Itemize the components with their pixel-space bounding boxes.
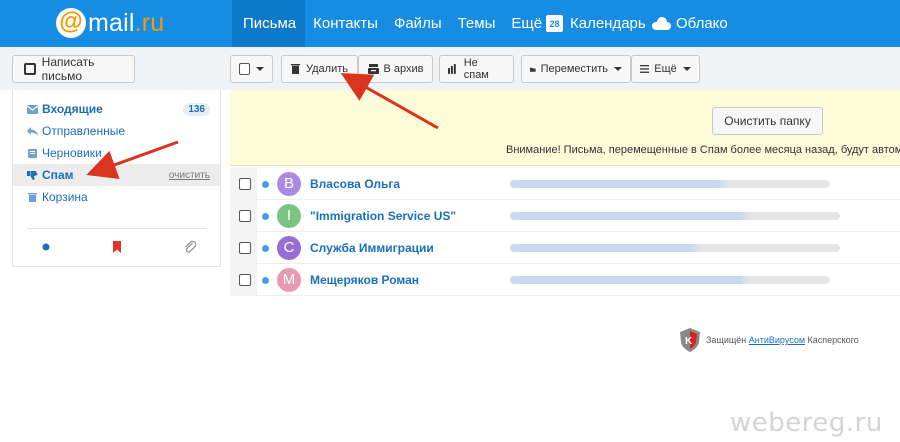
select-all-checkbox — [239, 63, 250, 75]
blurred-subject — [510, 276, 830, 284]
unread-dot-icon[interactable] — [262, 245, 269, 252]
logo-tld: .ru — [134, 8, 165, 37]
folder-list: Входящие 136 Отправленные Черновики Спам… — [12, 90, 221, 267]
nav-more[interactable]: Ещё — [503, 0, 550, 47]
more-label: Ещё — [654, 63, 677, 75]
svg-text:K: K — [685, 336, 693, 347]
message-sender: Власова Ольга — [310, 177, 401, 191]
nav-calendar[interactable]: 28 Календарь — [546, 0, 646, 47]
folder-spam[interactable]: Спам очистить — [13, 164, 220, 186]
message-row[interactable]: В Власова Ольга — [230, 168, 900, 200]
message-sender: Служба Иммиграции — [310, 241, 434, 255]
unread-dot-icon[interactable] — [262, 181, 269, 188]
kaspersky-shield-icon: K — [680, 328, 700, 352]
move-label: Переместить — [540, 63, 608, 75]
main-nav: Письма Контакты Файлы Темы Ещё — [232, 0, 550, 47]
avatar: В — [277, 172, 301, 196]
mail-ru-logo[interactable]: @ mail.ru — [56, 8, 164, 38]
unread-dot-icon[interactable] — [262, 213, 269, 220]
folder-drafts[interactable]: Черновики — [13, 142, 220, 164]
nav-calendar-label: Календарь — [570, 15, 646, 32]
message-list: В Власова Ольга I "Immigration Service U… — [230, 168, 900, 298]
thumb-down-icon — [27, 170, 38, 180]
spam-notice-text: Внимание! Письма, перемещенные в Спам бо… — [506, 144, 900, 156]
archive-button[interactable]: В архив — [358, 55, 433, 83]
nav-files[interactable]: Файлы — [386, 0, 450, 47]
chevron-down-icon — [614, 67, 622, 71]
antivirus-link[interactable]: АнтиВирусом — [749, 335, 805, 345]
logo-at: @ — [56, 8, 86, 38]
folder-label: Отправленные — [42, 124, 126, 138]
reply-icon — [27, 126, 38, 136]
nav-contacts[interactable]: Контакты — [305, 0, 386, 47]
message-row[interactable]: С Служба Иммиграции — [230, 232, 900, 264]
message-checkbox[interactable] — [239, 210, 251, 222]
unread-dot-icon[interactable] — [39, 240, 53, 254]
folder-trash[interactable]: Корзина — [13, 186, 220, 208]
blurred-subject — [510, 212, 840, 220]
kaspersky-text: Защищён АнтиВирусом Касперского — [706, 335, 859, 345]
folder-icon — [530, 67, 536, 72]
not-spam-button[interactable]: Не спам — [439, 55, 514, 83]
folder-label: Корзина — [42, 190, 88, 204]
folder-label: Входящие — [42, 102, 103, 116]
message-checkbox[interactable] — [239, 178, 251, 190]
delete-button[interactable]: Удалить — [281, 55, 358, 83]
message-toolbar: Удалить В архив Не спам Переместить Ещё — [230, 47, 900, 90]
nav-themes[interactable]: Темы — [450, 0, 504, 47]
nav-cloud-label: Облако — [676, 15, 728, 32]
folder-inbox[interactable]: Входящие 136 — [13, 98, 220, 120]
blurred-subject — [510, 180, 830, 188]
unread-count-badge: 136 — [183, 102, 210, 116]
nav-cloud[interactable]: Облако — [652, 0, 728, 47]
compose-label: Написать письмо — [41, 55, 95, 83]
logo-brand: mail — [88, 8, 135, 37]
calendar-icon: 28 — [546, 15, 563, 32]
compose-button[interactable]: Написать письмо — [12, 55, 135, 83]
select-all-dropdown[interactable] — [230, 55, 273, 83]
message-row[interactable]: I "Immigration Service US" — [230, 200, 900, 232]
clear-spam-link[interactable]: очистить — [169, 170, 210, 181]
flag-icon[interactable] — [110, 240, 124, 254]
folder-label: Спам — [42, 168, 74, 182]
archive-label: В архив — [383, 63, 424, 75]
chevron-down-icon — [256, 67, 264, 71]
avatar: М — [277, 268, 301, 292]
trash-icon — [28, 192, 37, 202]
menu-icon — [640, 65, 650, 73]
chevron-down-icon — [682, 67, 691, 71]
message-sender: "Immigration Service US" — [310, 209, 457, 223]
blurred-subject — [510, 244, 840, 252]
archive-icon — [367, 64, 379, 74]
message-row[interactable]: М Мещеряков Роман — [230, 264, 900, 296]
trash-icon — [291, 64, 300, 74]
watermark: webereg.ru — [730, 408, 883, 438]
more-dropdown[interactable]: Ещё — [631, 55, 700, 83]
envelope-icon — [27, 104, 38, 114]
thumb-up-icon — [448, 64, 456, 74]
clear-folder-button[interactable]: Очистить папку — [712, 107, 823, 135]
spam-notice: Очистить папку Внимание! Письма, перемещ… — [230, 90, 900, 166]
avatar: С — [277, 236, 301, 260]
not-spam-label: Не спам — [463, 57, 489, 81]
divider — [27, 228, 207, 229]
top-bar: @ mail.ru Письма Контакты Файлы Темы Ещё… — [0, 0, 900, 47]
move-dropdown[interactable]: Переместить — [521, 55, 631, 83]
message-sender: Мещеряков Роман — [310, 273, 420, 287]
draft-icon — [28, 148, 37, 158]
kaspersky-badge: K Защищён АнтиВирусом Касперского — [680, 328, 859, 352]
unread-dot-icon[interactable] — [262, 277, 269, 284]
avatar: I — [277, 204, 301, 228]
message-checkbox[interactable] — [239, 242, 251, 254]
attachment-icon[interactable] — [183, 240, 197, 254]
message-checkbox[interactable] — [239, 274, 251, 286]
cloud-icon — [652, 17, 671, 30]
nav-letters[interactable]: Письма — [232, 0, 306, 47]
folder-sent[interactable]: Отправленные — [13, 120, 220, 142]
compose-icon — [24, 63, 36, 75]
delete-label: Удалить — [306, 63, 348, 75]
folder-label: Черновики — [42, 146, 102, 160]
